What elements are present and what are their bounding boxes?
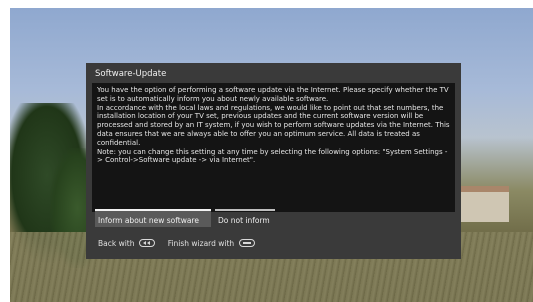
back-hint-label: Back with — [98, 239, 135, 248]
dialog-title: Software-Update — [95, 69, 167, 79]
body-paragraph: In accordance with the local laws and re… — [97, 103, 450, 147]
software-update-dialog: Software-Update You have the option of p… — [86, 63, 461, 259]
dialog-content[interactable]: You have the option of performing a soft… — [92, 83, 455, 212]
body-paragraph: Note: you can change this setting at any… — [97, 147, 448, 165]
body-paragraph: You have the option of performing a soft… — [97, 86, 449, 103]
do-not-inform-button[interactable]: Do not inform — [215, 209, 275, 227]
rewind-key-icon — [138, 239, 155, 247]
back-key-icon — [238, 239, 255, 247]
footer-hints: Back with Finish wizard with — [98, 237, 255, 251]
inform-button[interactable]: Inform about new software — [95, 209, 211, 227]
finish-hint-label: Finish wizard with — [167, 239, 235, 248]
